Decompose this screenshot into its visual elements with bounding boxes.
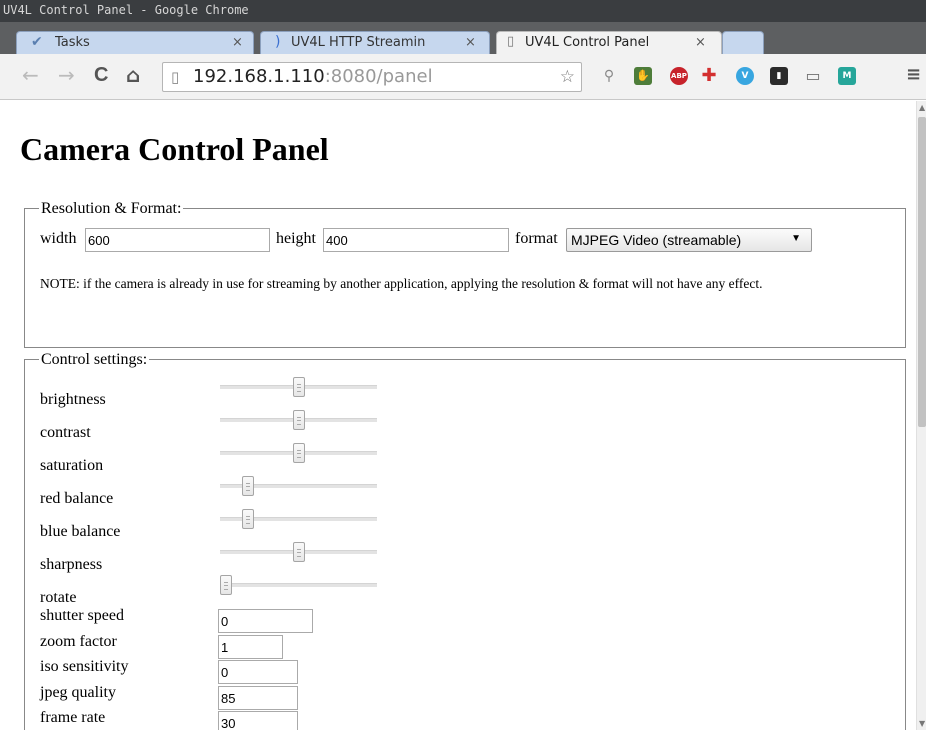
page-scrollbar[interactable]: ▲ ▼ bbox=[916, 101, 926, 730]
m-extension-icon[interactable]: M bbox=[838, 67, 856, 85]
home-button[interactable]: ⌂ bbox=[126, 64, 140, 86]
check-icon: ✔ bbox=[31, 34, 43, 50]
control-settings-fieldset: Control settings: bbox=[24, 351, 906, 730]
new-tab-button[interactable] bbox=[722, 31, 764, 54]
format-select[interactable]: MJPEG Video (streamable) ▼ bbox=[566, 228, 812, 252]
blue-balance-slider[interactable] bbox=[220, 509, 377, 529]
back-button[interactable]: ← bbox=[22, 64, 39, 86]
height-input[interactable] bbox=[323, 228, 509, 252]
window-titlebar: UV4L Control Panel - Google Chrome bbox=[0, 0, 926, 22]
window-title: UV4L Control Panel - Google Chrome bbox=[3, 3, 249, 17]
slider-thumb[interactable] bbox=[292, 410, 305, 430]
tab-uv4l-control-panel[interactable]: ▯ UV4L Control Panel × bbox=[496, 31, 722, 54]
control-settings-legend: Control settings: bbox=[39, 351, 150, 369]
spinner-icon: ) bbox=[275, 34, 281, 50]
tab-tasks[interactable]: ✔ Tasks × bbox=[16, 31, 254, 54]
contrast-label: contrast bbox=[40, 424, 91, 441]
jpeg-quality-input[interactable] bbox=[218, 686, 298, 710]
scrollbar-thumb[interactable] bbox=[918, 117, 926, 427]
sharpness-slider[interactable] bbox=[220, 542, 377, 562]
rotate-label: rotate bbox=[40, 589, 77, 606]
scroll-down-icon[interactable]: ▼ bbox=[919, 719, 925, 728]
reload-button[interactable]: C bbox=[94, 64, 108, 86]
close-icon[interactable]: × bbox=[695, 35, 706, 50]
brightness-label: brightness bbox=[40, 391, 106, 408]
format-select-value: MJPEG Video (streamable) bbox=[571, 232, 742, 248]
menu-icon[interactable]: ≡ bbox=[906, 64, 921, 86]
resolution-format-legend: Resolution & Format: bbox=[39, 200, 184, 218]
address-bar[interactable]: ▯ 192.168.1.110:8080/panel ☆ bbox=[162, 62, 582, 92]
close-icon[interactable]: × bbox=[465, 35, 476, 50]
slider-track[interactable] bbox=[220, 583, 377, 587]
search-extension-icon[interactable]: ⚲ bbox=[600, 67, 618, 85]
browser-toolbar: ← → C ⌂ ▯ 192.168.1.110:8080/panel ☆ ⚲ ✋… bbox=[0, 54, 926, 100]
shutter-speed-label: shutter speed bbox=[40, 607, 124, 624]
page-content: Camera Control Panel Resolution & Format… bbox=[0, 101, 916, 730]
tab-label: UV4L Control Panel bbox=[525, 35, 650, 50]
slider-thumb[interactable] bbox=[292, 542, 305, 562]
tab-strip: ✔ Tasks × ) UV4L HTTP Streamin × ▯ UV4L … bbox=[0, 22, 926, 54]
width-label: width bbox=[40, 230, 77, 247]
bookmark-star-icon[interactable]: ☆ bbox=[560, 67, 575, 87]
resolution-note: NOTE: if the camera is already in use fo… bbox=[40, 276, 763, 291]
brightness-slider[interactable] bbox=[220, 377, 377, 397]
format-label: format bbox=[515, 230, 558, 247]
page-icon: ▯ bbox=[507, 34, 515, 49]
forward-button[interactable]: → bbox=[58, 64, 75, 86]
slider-thumb[interactable] bbox=[292, 377, 305, 397]
tab-uv4l-http-streaming[interactable]: ) UV4L HTTP Streamin × bbox=[260, 31, 490, 54]
plus-extension-icon[interactable]: ✚ bbox=[700, 67, 718, 85]
cast-icon[interactable]: ▭ bbox=[804, 67, 822, 85]
jpeg-quality-label: jpeg quality bbox=[40, 684, 116, 701]
frame-rate-label: frame rate bbox=[40, 709, 106, 726]
iso-sensitivity-label: iso sensitivity bbox=[40, 658, 129, 675]
slider-thumb[interactable] bbox=[241, 476, 254, 496]
slider-thumb[interactable] bbox=[241, 509, 254, 529]
film-extension-icon[interactable]: ▮ bbox=[770, 67, 788, 85]
saturation-label: saturation bbox=[40, 457, 104, 474]
slider-thumb[interactable] bbox=[292, 443, 305, 463]
saturation-slider[interactable] bbox=[220, 443, 377, 463]
tab-label: UV4L HTTP Streamin bbox=[291, 35, 426, 50]
v-extension-icon[interactable]: V bbox=[736, 67, 754, 85]
contrast-slider[interactable] bbox=[220, 410, 377, 430]
shutter-speed-input[interactable] bbox=[218, 609, 313, 633]
red-balance-slider[interactable] bbox=[220, 476, 377, 496]
dropdown-arrow-icon: ▼ bbox=[791, 233, 801, 244]
blue-balance-label: blue balance bbox=[40, 523, 121, 540]
tab-label: Tasks bbox=[55, 35, 90, 50]
sharpness-label: sharpness bbox=[40, 556, 103, 573]
height-label: height bbox=[276, 230, 316, 247]
frame-rate-input[interactable] bbox=[218, 711, 298, 730]
slider-thumb[interactable] bbox=[220, 575, 232, 595]
adblock-plus-icon[interactable]: ABP bbox=[670, 67, 688, 85]
page-icon: ▯ bbox=[171, 68, 180, 86]
scroll-up-icon[interactable]: ▲ bbox=[919, 103, 925, 112]
width-input[interactable] bbox=[85, 228, 270, 252]
hand-extension-icon[interactable]: ✋ bbox=[634, 67, 652, 85]
close-icon[interactable]: × bbox=[232, 35, 243, 50]
page-title: Camera Control Panel bbox=[20, 131, 329, 167]
url-text: 192.168.1.110:8080/panel bbox=[193, 66, 433, 87]
iso-sensitivity-input[interactable] bbox=[218, 660, 298, 684]
red-balance-label: red balance bbox=[40, 490, 114, 507]
zoom-factor-label: zoom factor bbox=[40, 633, 117, 650]
zoom-factor-input[interactable] bbox=[218, 635, 283, 659]
rotate-slider[interactable] bbox=[220, 575, 377, 595]
